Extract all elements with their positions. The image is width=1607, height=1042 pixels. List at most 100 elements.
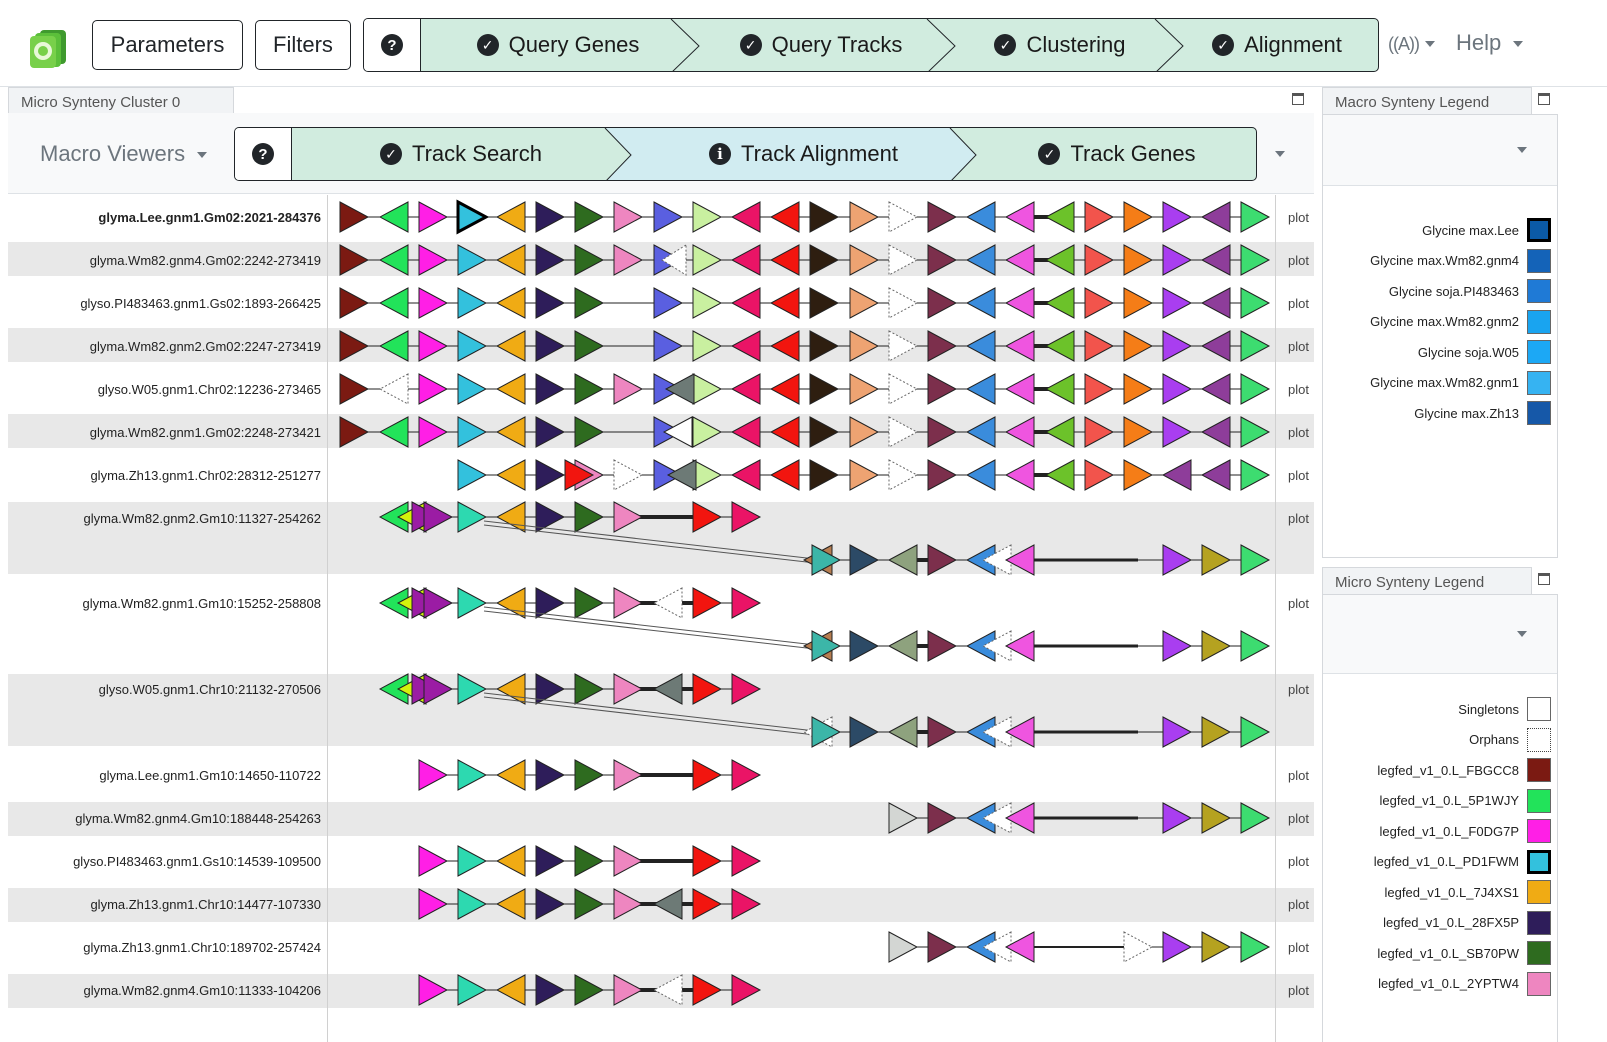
help-menu[interactable]: Help (1456, 30, 1524, 56)
gene-glyph[interactable] (769, 201, 800, 233)
gene-glyph[interactable] (965, 201, 996, 233)
gene-glyph[interactable] (692, 416, 723, 448)
gene-glyph[interactable] (574, 673, 605, 705)
gene-glyph[interactable] (535, 287, 566, 319)
gene-glyph[interactable] (1200, 459, 1231, 491)
gene-glyph[interactable] (1162, 931, 1193, 963)
gene-glyph[interactable] (1200, 287, 1231, 319)
macro-legend-item[interactable]: Glycine max.Lee (1422, 217, 1551, 243)
gene-glyph[interactable] (652, 587, 683, 619)
gene-glyph[interactable] (495, 673, 526, 705)
macro-legend-item[interactable]: Glycine max.Wm82.gnm1 (1370, 370, 1551, 396)
gene-glyph[interactable] (457, 501, 488, 533)
gene-glyph[interactable] (457, 759, 488, 791)
gene-glyph[interactable] (965, 373, 996, 405)
gene-glyph[interactable] (730, 201, 761, 233)
gene-glyph[interactable] (535, 459, 566, 491)
maximize-icon[interactable] (1538, 573, 1550, 585)
gene-glyph[interactable] (574, 587, 605, 619)
gene-glyph[interactable] (692, 759, 723, 791)
gene-glyph[interactable] (730, 330, 761, 362)
gene-glyph[interactable] (888, 330, 919, 362)
gene-glyph[interactable] (1004, 201, 1035, 233)
gene-glyph[interactable] (495, 201, 526, 233)
maximize-icon[interactable] (1538, 93, 1550, 105)
gene-glyph[interactable] (1240, 931, 1271, 963)
micro-legend-item[interactable]: Orphans (1469, 727, 1551, 753)
gene-glyph[interactable] (1123, 330, 1154, 362)
gene-glyph[interactable] (888, 244, 919, 276)
gene-glyph[interactable] (692, 845, 723, 877)
gene-glyph[interactable] (1044, 459, 1075, 491)
gene-glyph[interactable] (927, 287, 958, 319)
gene-glyph[interactable] (730, 244, 761, 276)
gene-glyph[interactable] (731, 974, 762, 1006)
gene-glyph[interactable] (535, 201, 566, 233)
gene-glyph[interactable] (418, 244, 449, 276)
gene-glyph[interactable] (1201, 544, 1232, 576)
gene-glyph[interactable] (692, 373, 723, 405)
gene-glyph[interactable] (418, 888, 449, 920)
gene-glyph[interactable] (574, 244, 605, 276)
gene-glyph[interactable] (653, 287, 684, 319)
gene-glyph[interactable] (574, 330, 605, 362)
macro-viewers-dropdown[interactable]: Macro Viewers (40, 141, 208, 167)
gene-glyph[interactable] (692, 201, 723, 233)
gene-glyph[interactable] (495, 974, 526, 1006)
step-query-tracks[interactable]: ✓ Query Tracks (696, 19, 946, 71)
gene-glyph[interactable] (927, 630, 958, 662)
gene-glyph[interactable] (888, 373, 919, 405)
gene-glyph[interactable] (965, 330, 996, 362)
gene-glyph[interactable] (1123, 459, 1154, 491)
gene-glyph[interactable] (1240, 716, 1271, 748)
gene-glyph[interactable] (1162, 416, 1193, 448)
gene-glyph[interactable] (1200, 373, 1231, 405)
gene-glyph[interactable] (535, 244, 566, 276)
gene-glyph[interactable] (1123, 931, 1154, 963)
gene-glyph[interactable] (1162, 244, 1193, 276)
gene-glyph[interactable] (731, 501, 762, 533)
gene-glyph[interactable] (1162, 802, 1193, 834)
step-track-alignment[interactable]: i Track Alignment (631, 128, 976, 180)
gene-glyph[interactable] (1200, 330, 1231, 362)
gene-glyph[interactable] (1084, 373, 1115, 405)
gene-glyph[interactable] (809, 416, 840, 448)
gene-glyph[interactable] (1044, 287, 1075, 319)
gene-glyph[interactable] (927, 330, 958, 362)
gene-glyph[interactable] (1084, 201, 1115, 233)
gene-glyph[interactable] (888, 416, 919, 448)
maximize-icon[interactable] (1292, 93, 1304, 105)
gene-glyph[interactable] (613, 501, 644, 533)
gene-glyph[interactable] (574, 845, 605, 877)
gene-glyph[interactable] (378, 244, 409, 276)
gene-glyph[interactable] (1162, 373, 1193, 405)
gene-glyph[interactable] (574, 373, 605, 405)
gene-glyph[interactable] (1162, 716, 1193, 748)
gene-glyph[interactable] (1240, 373, 1271, 405)
gene-glyph[interactable] (809, 244, 840, 276)
gene-glyph[interactable] (613, 888, 644, 920)
gene-glyph[interactable] (613, 759, 644, 791)
gene-glyph[interactable] (613, 459, 644, 491)
gene-glyph[interactable] (888, 931, 919, 963)
gene-glyph[interactable] (731, 888, 762, 920)
gene-glyph[interactable] (378, 330, 409, 362)
gene-glyph[interactable] (769, 287, 800, 319)
gene-glyph[interactable] (965, 416, 996, 448)
gene-glyph[interactable] (1240, 330, 1271, 362)
gene-glyph[interactable] (613, 673, 644, 705)
gene-glyph[interactable] (495, 287, 526, 319)
gene-glyph[interactable] (927, 802, 958, 834)
gene-glyph[interactable] (1123, 287, 1154, 319)
gene-glyph[interactable] (887, 716, 918, 748)
macro-legend-tab[interactable]: Macro Synteny Legend (1322, 87, 1532, 114)
micro-legend-item[interactable]: legfed_v1_0.L_PD1FWM (1374, 849, 1551, 875)
gene-glyph[interactable] (418, 201, 449, 233)
gene-glyph[interactable] (1240, 802, 1271, 834)
gene-glyph[interactable] (731, 759, 762, 791)
gene-glyph[interactable] (535, 845, 566, 877)
gene-glyph[interactable] (1123, 416, 1154, 448)
gene-glyph[interactable] (1004, 459, 1035, 491)
micro-legend-item[interactable]: legfed_v1_0.L_SB70PW (1377, 940, 1551, 966)
gene-glyph[interactable] (1240, 287, 1271, 319)
